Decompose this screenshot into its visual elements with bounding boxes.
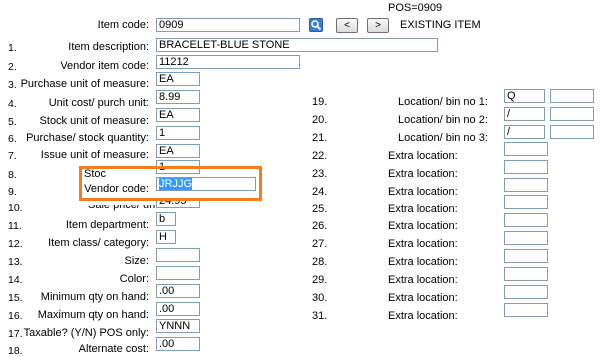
extra-location-input[interactable] [504, 249, 548, 263]
extra-location-label: Extra location: [388, 203, 458, 215]
size-input[interactable] [156, 248, 200, 262]
location-bin-1-label: Location/ bin no 1: [398, 96, 488, 108]
size-label: Size: [124, 255, 149, 267]
highlight-box [79, 166, 262, 201]
next-item-button[interactable]: > [367, 18, 389, 33]
taxable-input[interactable]: YNNN [156, 319, 200, 333]
extra-location-label: Extra location: [388, 292, 458, 304]
item-department-label: Item department: [65, 219, 149, 231]
row-number: 28. [312, 256, 328, 268]
max-qty-input[interactable]: .00 [156, 302, 200, 316]
vendor-item-code-label: Vendor item code: [60, 60, 149, 72]
extra-location-input[interactable] [504, 160, 548, 174]
extra-location-label: Extra location: [388, 168, 458, 180]
row-number: 24. [312, 186, 328, 198]
row-number: 26. [312, 220, 328, 232]
item-description-label: Item description: [68, 41, 149, 53]
location-bin-1-extra-input[interactable] [550, 89, 594, 103]
row-number: 20. [312, 114, 328, 126]
item-department-input[interactable]: b [156, 212, 176, 226]
row-number: 30. [312, 292, 328, 304]
row-number: 2. [8, 61, 17, 73]
unit-cost-input[interactable]: 8.99 [156, 90, 200, 104]
unit-cost-label: Unit cost/ purch unit: [48, 97, 149, 109]
alternate-cost-label: Alternate cost: [78, 343, 149, 355]
location-bin-2-input[interactable]: / [504, 107, 545, 121]
extra-location-input[interactable] [504, 285, 548, 299]
row-number: 18. [8, 345, 23, 357]
max-qty-label: Maximum qty on hand: [37, 309, 149, 321]
row-number: 9. [8, 186, 17, 198]
extra-location-input[interactable] [504, 142, 548, 156]
extra-location-label: Extra location: [388, 274, 458, 286]
row-number: 15. [8, 292, 23, 304]
purchase-stock-qty-input[interactable]: 1 [156, 126, 200, 140]
item-code-input[interactable]: 0909 [156, 18, 300, 32]
row-number: 22. [312, 150, 328, 162]
row-number: 17. [8, 328, 23, 340]
min-qty-label: Minimum qty on hand: [40, 291, 149, 303]
item-code-label: Item code: [97, 19, 149, 31]
row-number: 4. [8, 98, 17, 110]
extra-location-label: Extra location: [388, 256, 458, 268]
location-bin-2-extra-input[interactable] [550, 107, 594, 121]
color-label: Color: [119, 273, 149, 285]
location-bin-3-extra-input[interactable] [550, 125, 594, 139]
purchase-uom-input[interactable]: EA [156, 72, 200, 86]
extra-location-label: Extra location: [388, 220, 458, 232]
location-bin-1-input[interactable]: Q [504, 89, 545, 103]
row-number: 11. [8, 220, 22, 232]
stock-uom-input[interactable]: EA [156, 108, 200, 122]
row-number: 1. [8, 42, 17, 54]
location-bin-3-input[interactable]: / [504, 125, 545, 139]
row-number: 16. [8, 310, 23, 322]
row-number: 31. [312, 310, 328, 322]
extra-location-input[interactable] [504, 195, 548, 209]
color-input[interactable] [156, 266, 200, 280]
extra-location-input[interactable] [504, 178, 548, 192]
item-status: EXISTING ITEM [400, 19, 481, 31]
extra-location-label: Extra location: [388, 150, 458, 162]
purchase-uom-label: Purchase unit of measure: [20, 78, 149, 90]
purchase-stock-qty-label: Purchase/ stock quantity: [26, 132, 149, 144]
item-description-input[interactable]: BRACELET-BLUE STONE [156, 38, 438, 52]
extra-location-input[interactable] [504, 231, 548, 245]
row-number: 21. [312, 132, 328, 144]
extra-location-label: Extra location: [388, 186, 458, 198]
vendor-item-code-input[interactable]: 11212 [156, 55, 300, 69]
issue-uom-label: Issue unit of measure: [40, 149, 149, 161]
row-number: 6. [8, 133, 17, 145]
row-number: 27. [312, 238, 328, 250]
extra-location-label: Extra location: [388, 238, 458, 250]
search-button[interactable] [309, 18, 323, 32]
row-number: 29. [312, 274, 328, 286]
extra-location-input[interactable] [504, 267, 548, 281]
stock-uom-label: Stock unit of measure: [39, 115, 149, 127]
row-number: 12. [8, 238, 23, 250]
magnifier-icon [311, 20, 322, 31]
alternate-cost-input[interactable]: .00 [156, 337, 200, 351]
row-number: 14. [8, 274, 23, 286]
row-number: 10. [8, 202, 23, 214]
location-bin-3-label: Location/ bin no 3: [398, 132, 488, 144]
issue-uom-input[interactable]: EA [156, 144, 200, 158]
row-number: 25. [312, 203, 328, 215]
pos-label: POS=0909 [388, 2, 443, 14]
row-number: 5. [8, 116, 17, 128]
row-number: 23. [312, 168, 328, 180]
row-number: 3. [8, 79, 17, 91]
row-number: 19. [312, 96, 328, 108]
row-number: 8. [8, 169, 17, 181]
item-class-label: Item class/ category: [48, 237, 149, 249]
extra-location-label: Extra location: [388, 310, 458, 322]
row-number: 7. [8, 150, 17, 162]
taxable-label: Taxable? (Y/N) POS only: [23, 327, 149, 339]
location-bin-2-label: Location/ bin no 2: [398, 114, 488, 126]
previous-item-button[interactable]: < [336, 18, 358, 33]
extra-location-input[interactable] [504, 213, 548, 227]
row-number: 13. [8, 256, 23, 268]
item-class-input[interactable]: H [156, 230, 176, 244]
extra-location-input[interactable] [504, 303, 548, 317]
min-qty-input[interactable]: .00 [156, 284, 200, 298]
